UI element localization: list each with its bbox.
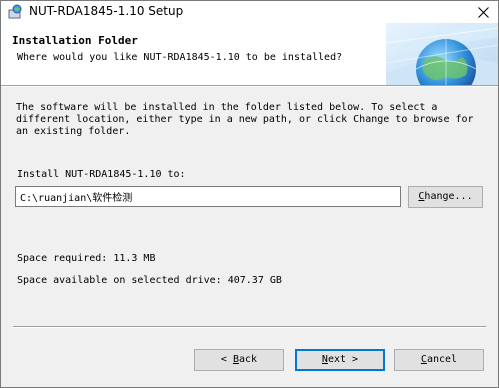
cancel-button-label: ancel — [426, 354, 458, 365]
header-banner: Installation Folder Where would you like… — [1, 23, 498, 99]
window-title: NUT-RDA1845-1.10 Setup — [29, 4, 184, 18]
install-path-input[interactable] — [15, 186, 401, 207]
back-button-prefix: < — [220, 354, 233, 365]
space-required-text: Space required: 11.3 MB — [17, 253, 156, 264]
globe-banner-graphic — [385, 23, 498, 99]
back-button[interactable]: < Back — [194, 349, 284, 371]
setup-window: NUT-RDA1845-1.10 Setup Installation Fold… — [0, 0, 499, 388]
change-button[interactable]: Change... — [408, 186, 483, 208]
back-button-label: ack — [239, 354, 258, 365]
description-text: The software will be installed in the fo… — [16, 102, 474, 137]
page-title: Installation Folder — [12, 34, 138, 47]
install-path-label: Install NUT-RDA1845-1.10 to: — [17, 169, 186, 180]
close-button[interactable] — [468, 1, 498, 23]
space-available-text: Space available on selected drive: 407.3… — [17, 275, 282, 286]
header-divider — [1, 85, 498, 87]
title-bar[interactable]: NUT-RDA1845-1.10 Setup — [1, 1, 498, 23]
cancel-button[interactable]: Cancel — [394, 349, 484, 371]
next-button-label: ext > — [327, 354, 359, 365]
setup-globe-icon — [7, 4, 23, 20]
footer-divider — [13, 326, 486, 328]
change-button-label: hange... — [424, 191, 473, 202]
close-icon — [478, 7, 489, 18]
page-subtitle: Where would you like NUT-RDA1845-1.10 to… — [17, 52, 343, 63]
next-button[interactable]: Next > — [295, 349, 385, 371]
